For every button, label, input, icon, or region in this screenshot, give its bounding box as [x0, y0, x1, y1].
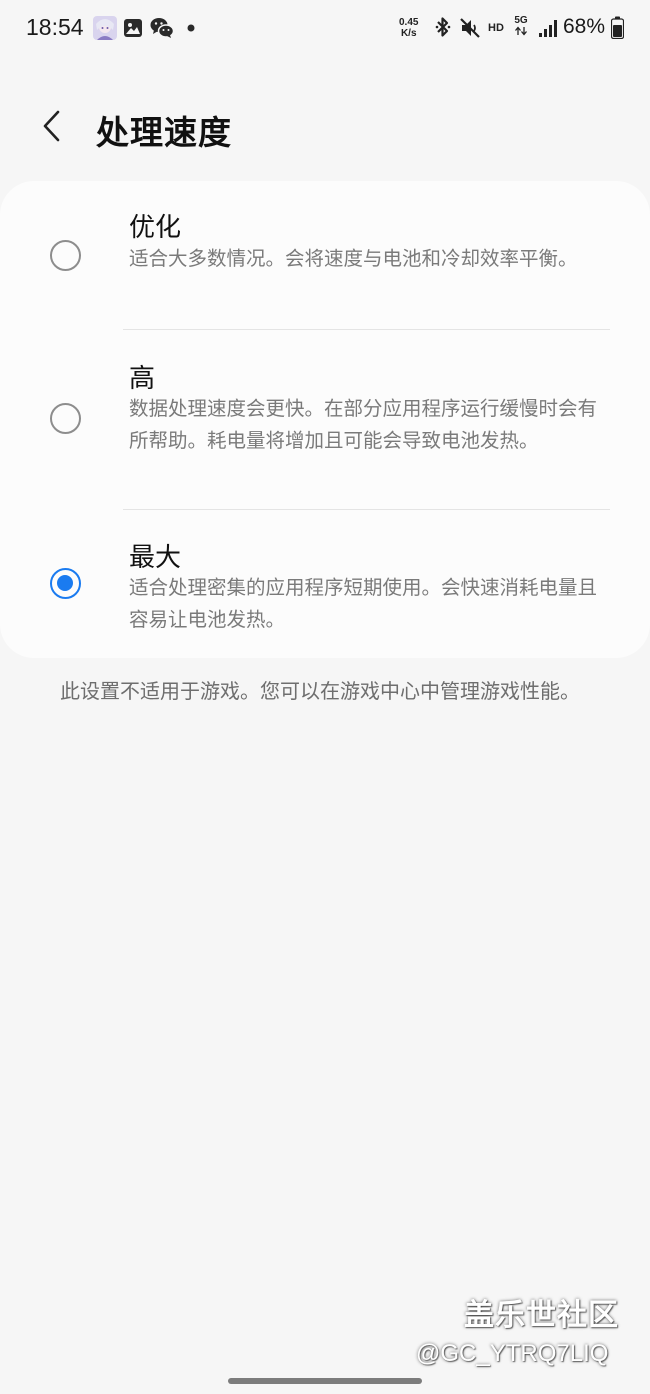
network-speed-value: 0.45 [399, 17, 419, 28]
chevron-left-icon [43, 110, 60, 142]
option-title: 高 [129, 364, 156, 394]
battery-percent: 68% [563, 15, 606, 38]
option-description: 适合大多数情况。会将速度与电池和冷却效率平衡。 [129, 247, 578, 270]
wechat-icon [150, 18, 174, 38]
dot-icon [187, 24, 195, 32]
status-time: 18:54 [26, 14, 84, 40]
radio-maximum[interactable] [50, 568, 81, 599]
mute-icon [460, 18, 480, 38]
footer-note: 此设置不适用于游戏。您可以在游戏中心中管理游戏性能。 [60, 679, 580, 703]
avatar-icon [93, 16, 117, 40]
network-speed: 0.45 K/s [399, 17, 418, 39]
page-title: 处理速度 [96, 113, 232, 152]
option-description: 适合处理密集的应用程序短期使用。会快速消耗电量且容易让电池发热。 [129, 576, 598, 631]
network-type: 5G [514, 16, 528, 39]
back-button[interactable] [32, 104, 76, 148]
battery-icon [611, 16, 624, 39]
option-title: 优化 [129, 213, 182, 243]
status-bar: 18:54 0.45 K/s HD 5G 68% [0, 0, 650, 56]
radio-high[interactable] [50, 403, 81, 434]
home-indicator[interactable] [228, 1378, 422, 1384]
option-title: 最大 [129, 543, 182, 573]
option-high[interactable]: 高 数据处理速度会更快。在部分应用程序运行缓慢时会有所帮助。耗电量将增加且可能会… [0, 330, 650, 510]
bluetooth-icon [435, 17, 451, 37]
options-card: 优化 适合大多数情况。会将速度与电池和冷却效率平衡。 高 数据处理速度会更快。在… [0, 181, 650, 658]
option-maximum[interactable]: 最大 适合处理密集的应用程序短期使用。会快速消耗电量且容易让电池发热。 [0, 510, 650, 658]
network-speed-unit: K/s [400, 28, 417, 39]
gallery-icon [124, 19, 142, 37]
watermark-brand: 盖乐世社区 [464, 1298, 619, 1333]
signal-icon [539, 20, 557, 37]
data-arrows-icon [515, 26, 527, 36]
option-description: 数据处理速度会更快。在部分应用程序运行缓慢时会有所帮助。耗电量将增加且可能会导致… [129, 397, 598, 452]
radio-optimized[interactable] [50, 240, 81, 271]
watermark-user: @GC_YTRQ7LIQ [416, 1340, 609, 1367]
option-optimized[interactable]: 优化 适合大多数情况。会将速度与电池和冷却效率平衡。 [0, 181, 650, 329]
network-type-label: 5G [514, 15, 528, 26]
hd-badge: HD [488, 22, 504, 34]
